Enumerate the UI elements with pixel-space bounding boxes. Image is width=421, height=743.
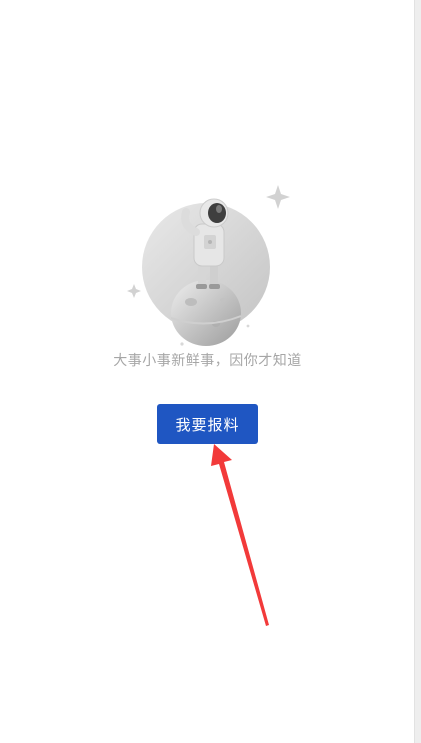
- report-button[interactable]: 我要报料: [157, 404, 258, 444]
- empty-state-message: 大事小事新鲜事，因你才知道: [113, 353, 302, 369]
- scrollbar-track[interactable]: [414, 0, 421, 743]
- screen: 大事小事新鲜事，因你才知道 我要报料: [0, 0, 421, 743]
- annotation-arrow-icon: [211, 444, 269, 626]
- astronaut-on-planet-icon: [127, 185, 290, 346]
